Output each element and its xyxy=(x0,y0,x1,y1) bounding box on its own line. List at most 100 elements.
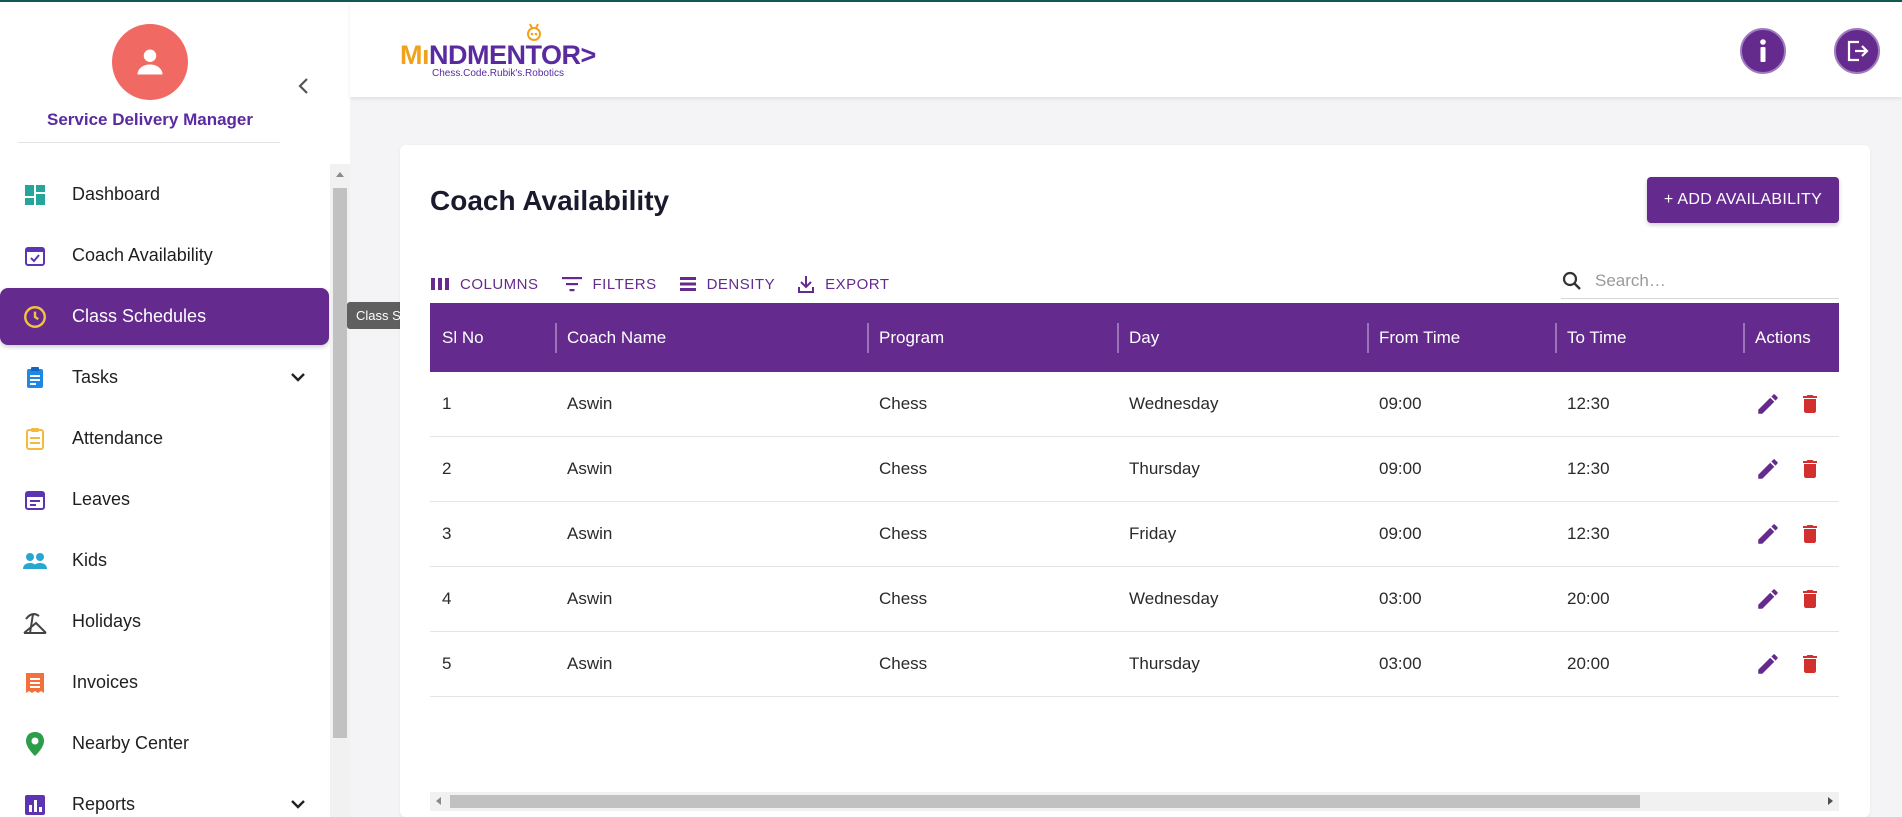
clock-icon xyxy=(22,304,48,330)
sidebar-item-label: Holidays xyxy=(72,611,142,631)
sidebar-item-label: Dashboard xyxy=(72,184,161,204)
density-button[interactable]: DENSITY xyxy=(679,275,776,293)
cell-actions xyxy=(1743,586,1839,612)
table-row[interactable]: 3 Aswin Chess Friday 09:00 12:30 xyxy=(430,502,1839,567)
scroll-up-arrow[interactable] xyxy=(336,172,344,177)
table-row[interactable]: 1 Aswin Chess Wednesday 09:00 12:30 xyxy=(430,372,1839,437)
sidebar-item-label: Attendance xyxy=(72,428,164,448)
cell-program: Chess xyxy=(879,524,928,543)
collapse-sidebar-button[interactable] xyxy=(292,72,316,100)
sidebar-item-invoices[interactable]: Invoices xyxy=(0,654,330,711)
column-header-actions: Actions xyxy=(1743,303,1839,372)
edit-icon[interactable] xyxy=(1755,651,1781,677)
horizontal-scrollbar[interactable] xyxy=(430,792,1839,811)
logout-icon xyxy=(1847,40,1869,62)
column-header-from-time[interactable]: From Time xyxy=(1367,303,1555,372)
table-row[interactable]: 5 Aswin Chess Thursday 03:00 20:00 xyxy=(430,632,1839,697)
filters-button[interactable]: FILTERS xyxy=(561,275,657,293)
info-icon xyxy=(1760,39,1766,62)
search-input[interactable] xyxy=(1595,270,1815,291)
cell-program: Chess xyxy=(879,654,928,673)
logout-button[interactable] xyxy=(1834,28,1880,74)
sidebar-item-coach-availability[interactable]: Coach Availability xyxy=(0,227,330,284)
avatar[interactable] xyxy=(112,24,188,100)
divider xyxy=(18,142,280,143)
sidebar-item-label: Coach Availability xyxy=(72,245,213,265)
cell-day: Thursday xyxy=(1129,654,1200,673)
column-header-coach-name[interactable]: Coach Name xyxy=(555,303,867,372)
receipt-icon xyxy=(22,670,48,696)
scroll-right-arrow[interactable] xyxy=(1828,797,1833,805)
cell-from-time: 09:00 xyxy=(1379,524,1422,543)
edit-icon[interactable] xyxy=(1755,456,1781,482)
logo[interactable]: MıNDMENTOR> Chess.Code.Rubik's.Robotics xyxy=(400,20,620,80)
user-icon xyxy=(137,49,163,75)
sidebar-item-tasks[interactable]: Tasks xyxy=(0,349,330,406)
calendar-icon xyxy=(22,487,48,513)
cell-sl-no: 4 xyxy=(442,589,452,608)
delete-icon[interactable] xyxy=(1798,586,1822,612)
scrollbar-thumb[interactable] xyxy=(333,188,347,738)
main-card: Coach Availability + ADD AVAILABILITY CO… xyxy=(400,145,1870,817)
sidebar-item-label: Invoices xyxy=(72,672,139,692)
logo-tagline: Chess.Code.Rubik's.Robotics xyxy=(432,68,564,79)
column-header-sl-no[interactable]: Sl No xyxy=(430,303,555,372)
chevron-left-icon xyxy=(298,78,308,94)
cell-from-time: 09:00 xyxy=(1379,394,1422,413)
sidebar-item-nearby-center[interactable]: Nearby Center xyxy=(0,715,330,772)
sidebar-item-reports[interactable]: Reports xyxy=(0,776,330,817)
sidebar-scrollbar[interactable] xyxy=(330,164,350,817)
scrollbar-thumb[interactable] xyxy=(450,795,1640,808)
cell-actions xyxy=(1743,391,1839,417)
table-row[interactable]: 4 Aswin Chess Wednesday 03:00 20:00 xyxy=(430,567,1839,632)
add-availability-button[interactable]: + ADD AVAILABILITY xyxy=(1647,177,1839,223)
info-button[interactable] xyxy=(1740,28,1786,74)
sidebar-item-class-schedules[interactable]: Class Schedules xyxy=(0,288,329,345)
calendar-check-icon xyxy=(22,243,48,269)
cell-to-time: 12:30 xyxy=(1567,394,1610,413)
column-header-program[interactable]: Program xyxy=(867,303,1117,372)
people-icon xyxy=(22,548,48,574)
table-row[interactable]: 2 Aswin Chess Thursday 09:00 12:30 xyxy=(430,437,1839,502)
sidebar-item-holidays[interactable]: Holidays xyxy=(0,593,330,650)
columns-button[interactable]: COLUMNS xyxy=(430,276,539,293)
cell-day: Wednesday xyxy=(1129,394,1219,413)
chevron-down-icon[interactable] xyxy=(288,794,308,814)
scroll-left-arrow[interactable] xyxy=(436,797,441,805)
cell-sl-no: 2 xyxy=(442,459,452,478)
user-role: Service Delivery Manager xyxy=(46,110,253,129)
cell-coach-name: Aswin xyxy=(567,589,613,608)
edit-icon[interactable] xyxy=(1755,586,1781,612)
chevron-down-icon[interactable] xyxy=(288,367,308,387)
density-label: DENSITY xyxy=(706,275,776,293)
edit-icon[interactable] xyxy=(1755,521,1781,547)
sidebar-item-label: Kids xyxy=(72,550,108,570)
cell-sl-no: 3 xyxy=(442,524,452,543)
delete-icon[interactable] xyxy=(1798,651,1822,677)
cell-from-time: 03:00 xyxy=(1379,654,1422,673)
beach-icon xyxy=(22,609,48,635)
data-grid: Sl No Coach Name Program Day From Time T… xyxy=(430,303,1839,697)
sidebar-menu: Dashboard Coach Availability Class Sched… xyxy=(0,166,330,817)
clipboard-icon xyxy=(22,365,48,391)
search-box xyxy=(1561,263,1839,299)
export-button[interactable]: EXPORT xyxy=(797,274,889,294)
cell-coach-name: Aswin xyxy=(567,459,613,478)
bar-chart-icon xyxy=(22,792,48,817)
logo-wordmark: MıNDMENTOR> xyxy=(400,40,596,70)
sidebar-item-dashboard[interactable]: Dashboard xyxy=(0,166,330,223)
delete-icon[interactable] xyxy=(1798,521,1822,547)
cell-day: Friday xyxy=(1129,524,1177,543)
delete-icon[interactable] xyxy=(1798,456,1822,482)
location-pin-icon xyxy=(22,731,48,757)
sidebar-item-kids[interactable]: Kids xyxy=(0,532,330,589)
cell-to-time: 12:30 xyxy=(1567,459,1610,478)
sidebar-item-leaves[interactable]: Leaves xyxy=(0,471,330,528)
columns-label: COLUMNS xyxy=(460,275,539,293)
column-header-to-time[interactable]: To Time xyxy=(1555,303,1743,372)
sidebar-item-attendance[interactable]: Attendance xyxy=(0,410,330,467)
edit-icon[interactable] xyxy=(1755,391,1781,417)
cell-to-time: 20:00 xyxy=(1567,654,1610,673)
delete-icon[interactable] xyxy=(1798,391,1822,417)
column-header-day[interactable]: Day xyxy=(1117,303,1367,372)
